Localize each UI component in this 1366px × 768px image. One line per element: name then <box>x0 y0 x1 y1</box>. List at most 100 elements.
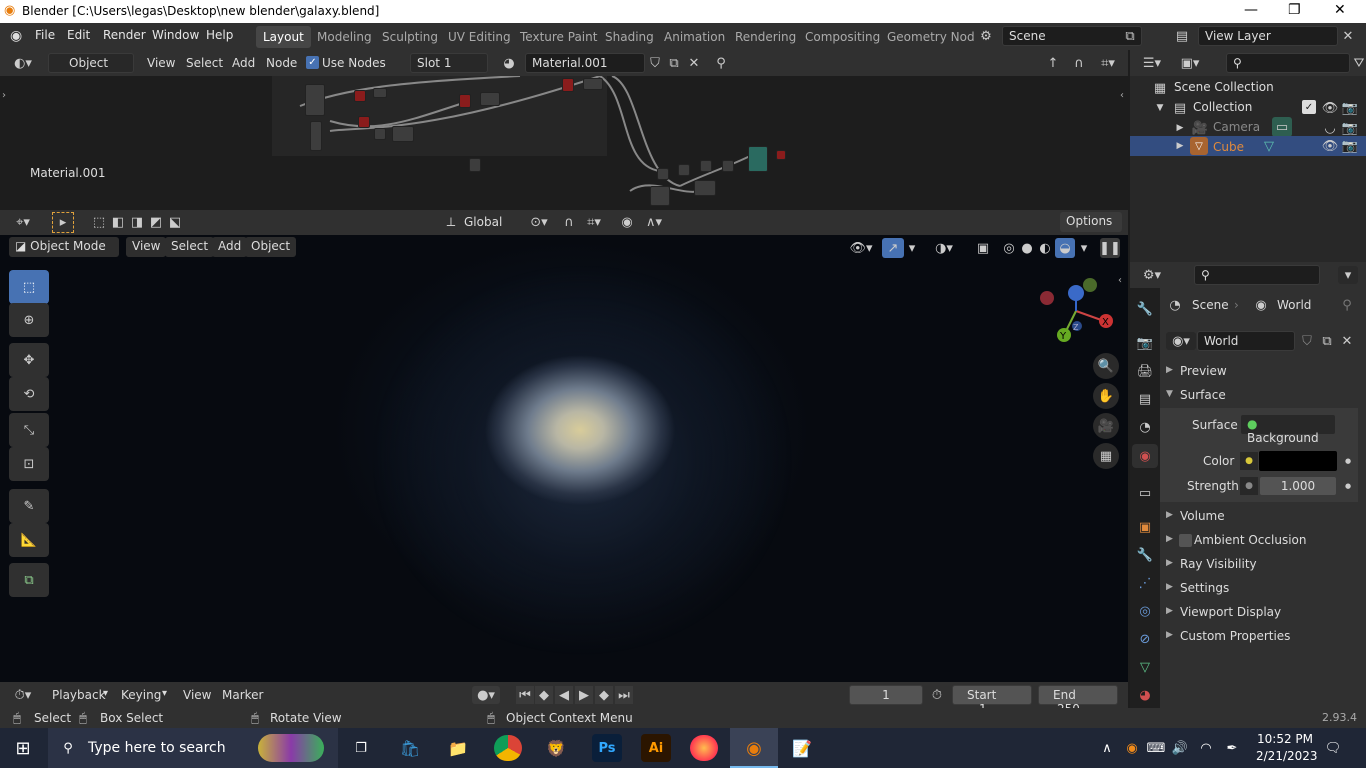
file-explorer-icon[interactable]: 📁 <box>444 735 472 761</box>
node[interactable] <box>374 128 386 140</box>
shader-type-dropdown[interactable]: Object <box>48 53 134 73</box>
pen-icon[interactable]: ✒ <box>1222 738 1242 758</box>
node-menu-add[interactable]: Add <box>232 56 255 70</box>
3d-viewport[interactable]: ◪ Object Mode View Select Add Object 👁▾ … <box>0 235 1128 682</box>
node[interactable] <box>583 78 603 90</box>
section-preview[interactable]: Preview <box>1180 364 1227 378</box>
wireframe-shading-icon[interactable]: ◎ <box>1000 238 1018 258</box>
timeline-editor-icon[interactable]: ⏱▾ <box>8 686 38 704</box>
close-button[interactable]: ✕ <box>1334 2 1346 18</box>
tab-animation[interactable]: Animation <box>657 26 732 48</box>
physics-tab-icon[interactable]: ◎ <box>1134 600 1156 622</box>
start-frame-field[interactable]: Start 1 <box>952 685 1032 716</box>
outliner-collection[interactable]: Collection <box>1193 100 1252 114</box>
ray-visibility-expand-icon[interactable]: ▶ <box>1166 558 1173 568</box>
cube-visibility-icon[interactable]: 👁 <box>1322 138 1339 154</box>
clock-time[interactable]: 10:52 PM <box>1257 732 1313 746</box>
scene-tab-icon[interactable]: ◔ <box>1134 416 1156 438</box>
world-duplicate-icon[interactable]: ⧉ <box>1318 332 1336 350</box>
transform-orientation-value[interactable]: Global <box>464 215 502 229</box>
windows-start-icon[interactable]: ⊞ <box>10 736 36 760</box>
photoshop-icon[interactable]: Ps <box>592 734 622 762</box>
node[interactable] <box>305 84 325 116</box>
viewport-menu-view[interactable]: View <box>126 237 167 257</box>
mode-intersect-icon[interactable]: ⬕ <box>166 213 184 231</box>
tab-rendering[interactable]: Rendering <box>728 26 803 48</box>
volume-expand-icon[interactable]: ▶ <box>1166 510 1173 520</box>
clock-date[interactable]: 2/21/2023 <box>1256 749 1318 763</box>
jump-end-icon[interactable]: ⏭ <box>615 686 633 704</box>
node[interactable] <box>459 94 471 108</box>
scale-tool[interactable]: ⤡ <box>9 413 49 447</box>
use-nodes-checkbox[interactable]: ✓ <box>306 56 319 69</box>
select-box-tool[interactable]: ⬚ <box>9 270 49 304</box>
node-editor-canvas[interactable]: Material.001 › ‹ <box>0 76 1128 210</box>
microsoft-store-icon[interactable]: 🛍 <box>396 735 424 761</box>
volume-icon[interactable]: 🔊 <box>1170 738 1190 758</box>
maximize-button[interactable]: ❐ <box>1288 2 1301 18</box>
display-mode-icon[interactable]: ▣▾ <box>1176 54 1204 72</box>
node[interactable] <box>722 160 734 172</box>
cursor-tool[interactable]: ⊕ <box>9 303 49 337</box>
editor-type-icon[interactable]: ◐▾ <box>8 54 38 72</box>
mode-new-icon[interactable]: ⬚ <box>90 213 108 231</box>
view-layer-field[interactable]: View Layer <box>1198 26 1338 46</box>
section-custom-properties[interactable]: Custom Properties <box>1180 629 1290 643</box>
node[interactable] <box>562 78 574 92</box>
render-tab-icon[interactable]: 📷 <box>1134 332 1156 354</box>
collection-visibility-icon[interactable]: 👁 <box>1322 100 1339 116</box>
tab-modeling[interactable]: Modeling <box>310 26 379 48</box>
snap-target-icon[interactable]: ⌗▾ <box>580 213 608 231</box>
play-reverse-icon[interactable]: ◀ <box>555 686 573 704</box>
snap-icon[interactable]: ∩ <box>1070 54 1088 72</box>
language-icon[interactable]: ⌨ <box>1146 738 1166 758</box>
preview-range-icon[interactable]: ⏱ <box>928 686 946 704</box>
xray-icon[interactable]: ▣ <box>974 238 992 258</box>
select-tool-icon[interactable]: ▸ <box>52 212 74 233</box>
gizmo-toggle-icon[interactable]: ↗ <box>882 238 904 258</box>
zoom-icon[interactable]: 🔍 <box>1093 353 1119 379</box>
taskbar-search-box[interactable]: ⚲ Type here to search <box>48 728 338 768</box>
node[interactable] <box>469 158 481 172</box>
viewport-sidebar-toggle[interactable]: ‹ <box>1118 275 1122 286</box>
surface-shader-field[interactable]: ● Background <box>1240 414 1336 445</box>
tool-tab-icon[interactable]: 🔧 <box>1134 298 1156 320</box>
world-datablock-icon[interactable]: ◉▾ <box>1166 332 1196 350</box>
pin-icon[interactable]: ⚲ <box>712 54 730 72</box>
constraints-tab-icon[interactable]: ⊘ <box>1134 628 1156 650</box>
gizmo-dropdown-icon[interactable]: ▾ <box>904 238 920 258</box>
particles-tab-icon[interactable]: ⋰ <box>1134 572 1156 594</box>
camera-hidden-icon[interactable]: ◡ <box>1322 120 1338 136</box>
minimize-button[interactable]: — <box>1244 2 1258 18</box>
notification-icon[interactable]: 🗨 <box>1322 738 1344 758</box>
ao-expand-icon[interactable]: ▶ <box>1166 534 1173 544</box>
overlays-icon[interactable]: ◑▾ <box>928 238 960 258</box>
outliner-item-cube[interactable]: Cube <box>1213 140 1244 154</box>
node-menu-node[interactable]: Node <box>266 56 297 70</box>
custom-properties-expand-icon[interactable]: ▶ <box>1166 630 1173 640</box>
mode-extend-icon[interactable]: ◧ <box>109 213 127 231</box>
node[interactable] <box>480 92 500 106</box>
end-frame-field[interactable]: End 250 <box>1038 685 1118 716</box>
transform-tool[interactable]: ⊡ <box>9 447 49 481</box>
filter-icon[interactable]: ⛛ <box>1352 54 1366 72</box>
record-keyframe-icon[interactable]: ●▾ <box>472 686 500 704</box>
view-layer-icon[interactable]: ▤ <box>1170 27 1194 45</box>
section-surface[interactable]: Surface <box>1180 388 1226 402</box>
illustrator-icon[interactable]: Ai <box>641 734 671 762</box>
scene-selector-icon[interactable]: ⚙ <box>974 27 998 45</box>
node[interactable] <box>748 146 768 172</box>
close-view-layer-icon[interactable]: ✕ <box>1338 27 1358 45</box>
solid-shading-icon[interactable]: ● <box>1018 238 1036 258</box>
add-cube-tool[interactable]: ⧉ <box>9 563 49 597</box>
slot-dropdown[interactable]: Slot 1 <box>410 53 488 73</box>
node[interactable] <box>657 168 669 180</box>
blender-menu-icon[interactable]: ◉ <box>10 28 22 44</box>
tab-texture-paint[interactable]: Texture Paint <box>513 26 604 48</box>
current-frame-field[interactable]: 1 <box>849 685 923 705</box>
node[interactable] <box>392 126 414 142</box>
options-dropdown[interactable]: Options <box>1060 212 1122 232</box>
color-swatch[interactable] <box>1259 451 1337 471</box>
navigation-gizmo[interactable]: X Y Z <box>1036 275 1116 345</box>
prev-keyframe-icon[interactable]: ◆ <box>535 686 553 704</box>
